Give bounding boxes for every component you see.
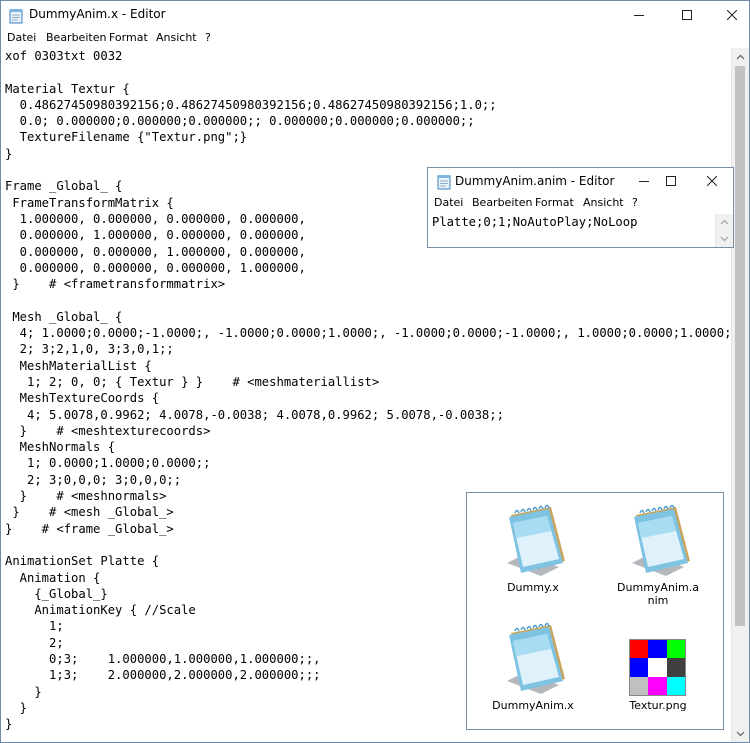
- scroll-down-arrow-icon[interactable]: [732, 725, 749, 742]
- explorer-panel: Dummy.x DummyAnim.anim DummyAnim.x Textu…: [466, 492, 724, 730]
- file-name: DummyAnim.x: [492, 699, 574, 712]
- file-item[interactable]: Textur.png: [602, 619, 714, 712]
- file-item[interactable]: DummyAnim.x: [477, 619, 589, 712]
- close-icon: [707, 176, 717, 186]
- menu-format[interactable]: Format: [535, 196, 574, 209]
- scroll-up-arrow-icon[interactable]: [716, 214, 733, 230]
- texture-thumbnail: [629, 639, 686, 696]
- anim-close-button[interactable]: [696, 168, 728, 194]
- menu-bar: Datei Bearbeiten Format Ansicht ?: [1, 30, 749, 48]
- title-bar[interactable]: DummyAnim.x - Editor: [1, 1, 749, 30]
- anim-menu-bar: Datei Bearbeiten Format Ansicht ?: [428, 195, 733, 213]
- notepad-file-icon: [632, 504, 690, 576]
- menu-bearbeiten[interactable]: Bearbeiten: [46, 31, 106, 44]
- close-button[interactable]: [716, 1, 748, 29]
- texture-color-cell: [666, 676, 685, 695]
- file-name: Dummy.x: [507, 581, 559, 594]
- maximize-icon: [682, 10, 692, 20]
- menu-help[interactable]: ?: [205, 31, 211, 44]
- window-title: DummyAnim.x - Editor: [29, 7, 166, 21]
- anim-window-title: DummyAnim.anim - Editor: [455, 174, 615, 188]
- anim-title-bar[interactable]: DummyAnim.anim - Editor: [428, 168, 733, 195]
- color-grid-image-icon: [618, 619, 698, 699]
- notepad-file-icon: [507, 622, 565, 694]
- texture-color-cell: [630, 676, 649, 695]
- menu-help[interactable]: ?: [632, 196, 638, 209]
- file-name: Textur.png: [629, 699, 687, 712]
- close-icon: [727, 10, 737, 20]
- file-name: DummyAnim.anim: [617, 581, 699, 607]
- texture-color-cell: [648, 658, 667, 677]
- menu-format[interactable]: Format: [109, 31, 148, 44]
- menu-datei[interactable]: Datei: [434, 196, 463, 209]
- anim-vertical-scrollbar[interactable]: [715, 214, 733, 247]
- file-item[interactable]: DummyAnim.anim: [602, 501, 714, 607]
- texture-color-cell: [666, 640, 685, 659]
- menu-ansicht[interactable]: Ansicht: [156, 31, 197, 44]
- minimize-icon: [634, 15, 644, 16]
- anim-maximize-button[interactable]: [655, 168, 687, 194]
- file-item[interactable]: Dummy.x: [477, 501, 589, 594]
- anim-text-area[interactable]: Platte;0;1;NoAutoPlay;NoLoop: [428, 214, 716, 247]
- maximize-button[interactable]: [671, 1, 703, 29]
- menu-bearbeiten[interactable]: Bearbeiten: [472, 196, 532, 209]
- texture-color-cell: [648, 640, 667, 659]
- menu-ansicht[interactable]: Ansicht: [583, 196, 624, 209]
- texture-color-cell: [666, 658, 685, 677]
- texture-color-cell: [630, 640, 649, 659]
- maximize-icon: [666, 176, 676, 186]
- minimize-icon: [639, 181, 649, 182]
- notepad-app-icon: [437, 175, 451, 190]
- notepad-file-icon: [507, 504, 565, 576]
- scroll-down-arrow-icon[interactable]: [716, 231, 733, 247]
- scroll-up-arrow-icon[interactable]: [732, 48, 749, 65]
- scrollbar-thumb[interactable]: [735, 66, 745, 626]
- texture-color-cell: [648, 676, 667, 695]
- menu-datei[interactable]: Datei: [7, 31, 36, 44]
- notepad-app-icon: [9, 9, 23, 24]
- vertical-scrollbar[interactable]: [731, 48, 749, 742]
- texture-color-cell: [630, 658, 649, 677]
- minimize-button[interactable]: [623, 1, 655, 29]
- anim-editor-window: DummyAnim.anim - Editor Datei Bearbeiten…: [427, 167, 734, 248]
